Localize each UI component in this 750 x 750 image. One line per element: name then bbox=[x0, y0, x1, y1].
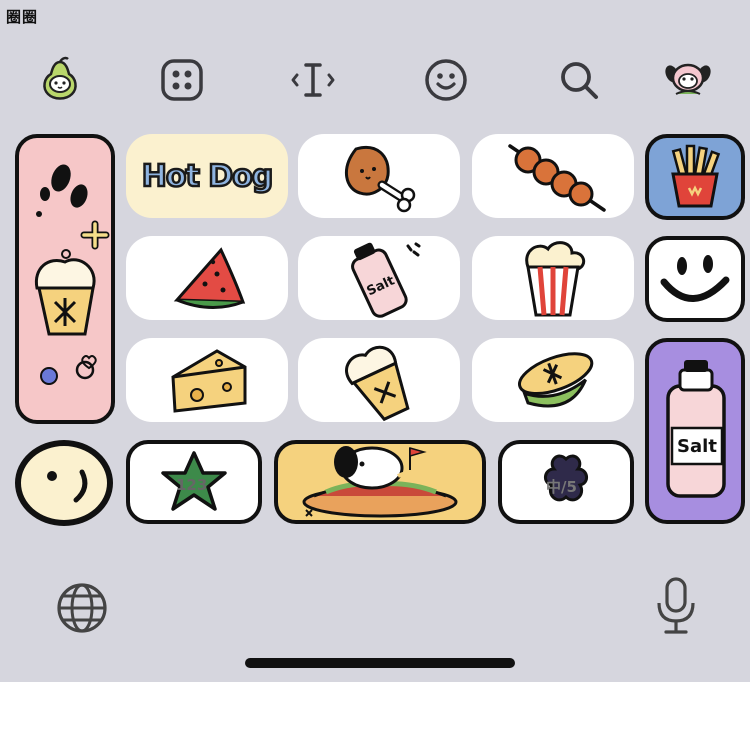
icecream-cone-icon bbox=[345, 345, 410, 422]
microphone-icon[interactable] bbox=[652, 575, 700, 637]
space-key[interactable] bbox=[274, 440, 486, 524]
corn-icon bbox=[518, 352, 594, 408]
icecream-cone-key[interactable] bbox=[298, 338, 460, 422]
ice-cream-icon bbox=[34, 164, 110, 385]
watermelon-key[interactable] bbox=[126, 236, 288, 320]
smiley-sticker-key[interactable] bbox=[645, 236, 745, 322]
bottom-safe-area bbox=[0, 682, 750, 750]
puppy-hotdog-icon bbox=[302, 446, 458, 518]
fries-icon bbox=[671, 144, 721, 208]
popcorn-key[interactable] bbox=[472, 236, 634, 320]
salt-bottle-tall-key[interactable]: Salt bbox=[645, 338, 745, 524]
search-icon[interactable] bbox=[553, 54, 605, 106]
globe-icon[interactable] bbox=[54, 580, 110, 636]
salt-bottle-large-icon: Salt bbox=[666, 360, 726, 498]
drumstick-icon bbox=[345, 146, 416, 213]
hotdog-text-key[interactable]: Hot Dog bbox=[126, 134, 288, 218]
watermelon-icon bbox=[173, 247, 246, 310]
fries-key[interactable] bbox=[645, 134, 745, 220]
meatball-skewer-icon bbox=[508, 144, 606, 212]
salt-bottle-icon: Salt bbox=[351, 242, 421, 318]
home-indicator[interactable] bbox=[245, 658, 515, 668]
watermark-text: 圈圈 bbox=[6, 8, 39, 26]
pinyin-label: 中/5 bbox=[546, 478, 577, 496]
grid-icon[interactable] bbox=[156, 54, 208, 106]
smiley-icon[interactable] bbox=[420, 54, 472, 106]
language-switch-key[interactable]: 中/5 bbox=[498, 440, 634, 524]
ice-cream-sticker-key[interactable] bbox=[15, 134, 115, 424]
text-cursor-icon[interactable] bbox=[287, 54, 339, 106]
cheese-key[interactable] bbox=[126, 338, 288, 422]
corn-key[interactable] bbox=[472, 338, 634, 422]
smiley-face-icon bbox=[660, 255, 730, 302]
moon-face-icon bbox=[47, 469, 88, 503]
puppy-character-icon[interactable] bbox=[662, 54, 714, 106]
salt-large-text: Salt bbox=[677, 436, 717, 457]
pear-character-icon[interactable] bbox=[34, 54, 86, 106]
salt-bottle-key[interactable]: Salt bbox=[298, 236, 460, 320]
skewer-key[interactable] bbox=[472, 134, 634, 218]
cheese-icon bbox=[171, 349, 247, 413]
drumstick-key[interactable] bbox=[298, 134, 460, 218]
shift-moon-key[interactable] bbox=[15, 440, 113, 526]
numbers-label: 123 bbox=[176, 476, 208, 494]
popcorn-icon bbox=[525, 241, 586, 317]
numbers-key[interactable]: 123 bbox=[126, 440, 262, 524]
hotdog-label: Hot Dog bbox=[141, 157, 275, 195]
